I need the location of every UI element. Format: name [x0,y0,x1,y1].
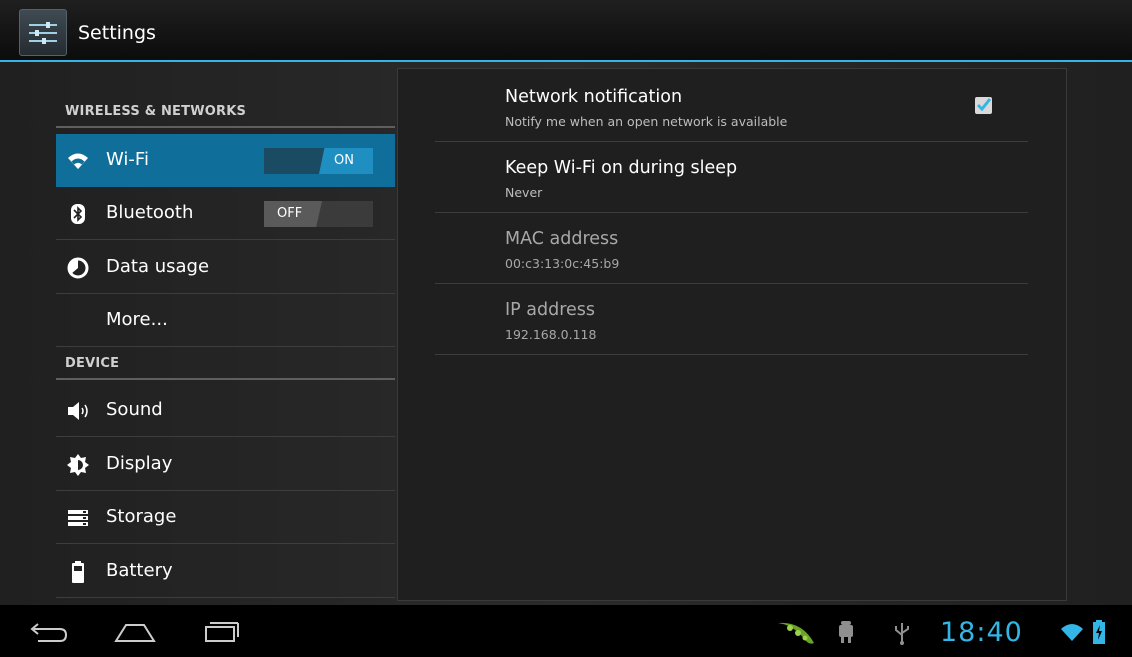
sidebar-item-label: Wi-Fi [106,149,149,170]
toggle-state: ON [334,153,354,168]
sidebar-item-wifi[interactable]: Wi-Fi ON [56,134,395,187]
pref-ip-address: IP address 192.168.0.118 [435,284,1028,355]
peapod-notification-icon[interactable] [776,615,816,647]
app-title: Settings [78,22,156,44]
battery-charging-icon [1093,620,1105,644]
action-bar: Settings [0,0,1132,62]
sidebar-item-label: More... [106,309,168,330]
network-notification-checkbox[interactable] [975,97,992,114]
brightness-icon [66,453,90,477]
pref-network-notification[interactable]: Network notification Notify me when an o… [435,71,1028,142]
bluetooth-icon [66,202,90,226]
section-header-device: DEVICE [56,350,395,380]
home-icon [114,624,156,642]
sidebar-item-sound[interactable]: Sound [56,384,395,437]
pref-summary: Never [505,185,543,200]
pref-title: MAC address [505,229,619,249]
pref-mac-address: MAC address 00:c3:13:0c:45:b9 [435,213,1028,284]
checkmark-icon [976,98,992,112]
section-header-label: DEVICE [65,356,120,371]
wifi-advanced-pane: Network notification Notify me when an o… [397,68,1067,601]
pref-title: Keep Wi-Fi on during sleep [505,158,738,178]
settings-content: WIRELESS & NETWORKS Wi-Fi ON Bluetooth O… [0,62,1132,605]
system-nav-bar: 18:40 [0,605,1132,657]
bluetooth-toggle[interactable]: OFF [264,201,373,227]
data-usage-icon [66,256,90,280]
storage-icon [66,506,90,530]
usb-icon[interactable] [893,619,911,645]
sidebar-item-label: Battery [106,560,173,581]
sidebar-item-battery[interactable]: Battery [56,545,395,598]
toggle-state: OFF [277,206,303,221]
back-icon [30,623,68,642]
pref-title: Network notification [505,87,683,107]
sidebar-item-data-usage[interactable]: Data usage [56,241,395,294]
settings-app-icon[interactable] [19,9,67,56]
back-button[interactable] [26,615,76,647]
home-button[interactable] [110,615,160,647]
sidebar-item-more[interactable]: More... [56,294,395,347]
sidebar-item-label: Storage [106,506,177,527]
sidebar-item-display[interactable]: Display [56,438,395,491]
usb-debugging-icon[interactable] [836,619,856,645]
settings-sidebar: WIRELESS & NETWORKS Wi-Fi ON Bluetooth O… [56,62,395,605]
wifi-toggle[interactable]: ON [264,148,373,174]
sidebar-item-bluetooth[interactable]: Bluetooth OFF [56,187,395,240]
pref-summary: 192.168.0.118 [505,327,597,342]
speaker-icon [66,399,90,423]
status-clock: 18:40 [940,617,1023,648]
sidebar-item-label: Display [106,453,173,474]
section-header-label: WIRELESS & NETWORKS [65,104,247,119]
wifi-signal-icon [1061,624,1083,641]
sidebar-item-label: Sound [106,399,163,420]
recent-apps-button[interactable] [200,615,250,647]
wifi-icon [66,149,90,173]
pref-title: IP address [505,300,596,320]
sidebar-item-label: Data usage [106,256,210,277]
section-header-wireless: WIRELESS & NETWORKS [56,98,395,128]
sidebar-item-label: Bluetooth [106,202,194,223]
recent-apps-icon [205,622,239,642]
pref-keep-wifi-on[interactable]: Keep Wi-Fi on during sleep Never [435,142,1028,213]
pref-summary: 00:c3:13:0c:45:b9 [505,256,620,271]
sidebar-item-storage[interactable]: Storage [56,491,395,544]
battery-icon [66,560,90,584]
pref-summary: Notify me when an open network is availa… [505,114,788,129]
